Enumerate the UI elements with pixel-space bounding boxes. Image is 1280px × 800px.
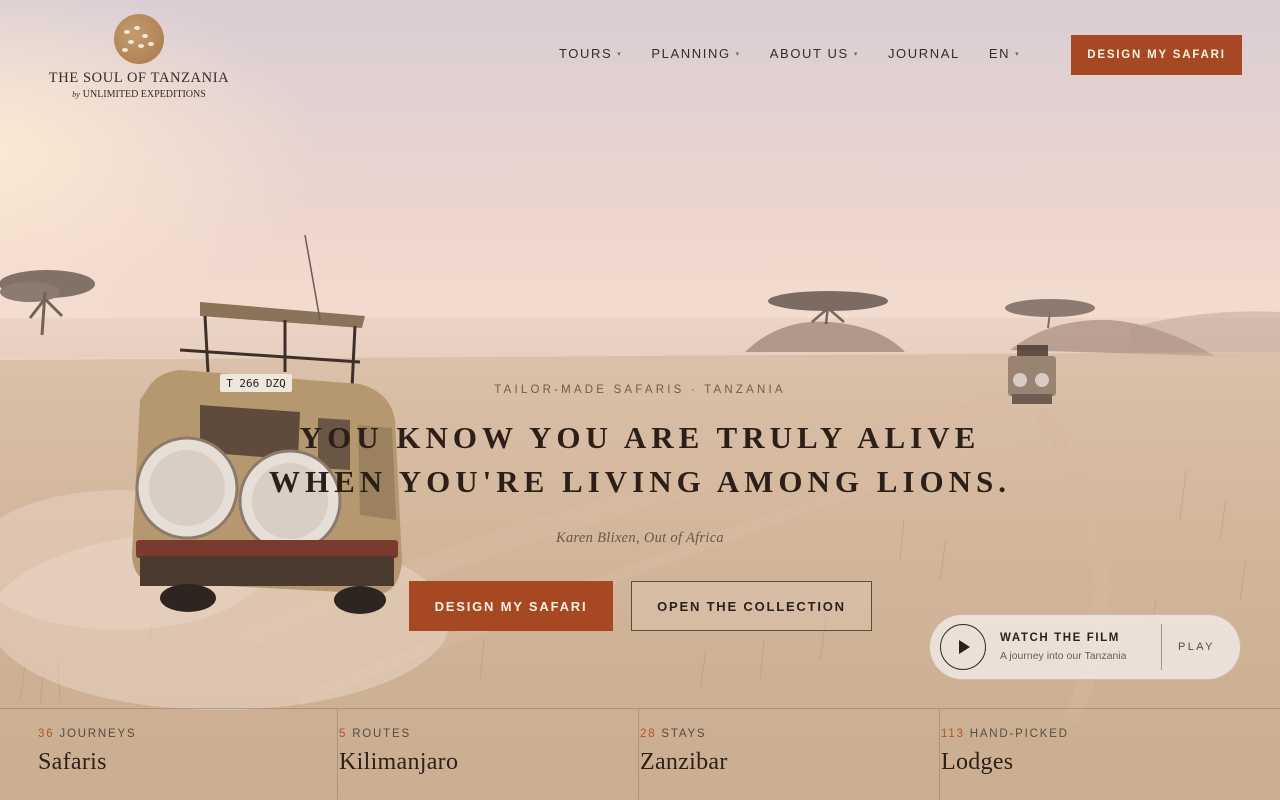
play-button[interactable]: [940, 624, 986, 670]
brand-name: THE SOUL OF TANZANIA: [48, 70, 230, 86]
nav-item-label: PLANNING: [651, 46, 731, 61]
language-selector[interactable]: EN ▾: [989, 46, 1020, 61]
category-label: Safaris: [38, 749, 107, 775]
headline-line-1: YOU KNOW YOU ARE TRULY ALIVE: [299, 420, 981, 455]
category-zanzibar[interactable]: 28 STAYS Zanzibar: [639, 709, 940, 800]
nav-item-journal[interactable]: JOURNAL: [888, 46, 960, 61]
open-collection-button[interactable]: OPEN THE COLLECTION: [631, 581, 872, 631]
hero-quote-attribution: Karen Blixen, Out of Africa: [556, 530, 724, 546]
headline-line-2: WHEN YOU'RE LIVING AMONG LIONS.: [268, 464, 1012, 499]
category-meta: 28 STAYS: [640, 728, 939, 740]
category-count: 36: [38, 728, 55, 740]
category-unit: ROUTES: [352, 728, 411, 740]
category-unit: STAYS: [661, 728, 707, 740]
nav-item-label: TOURS: [559, 46, 613, 61]
brand-logo[interactable]: THE SOUL OF TANZANIA by UNLIMITED EXPEDIT…: [46, 14, 232, 100]
film-info: WATCH THE FILM A journey into our Tanzan…: [1000, 632, 1156, 662]
category-label: Zanzibar: [640, 749, 728, 775]
brand-byline: by UNLIMITED EXPEDITIONS: [46, 89, 232, 100]
watch-film-player[interactable]: WATCH THE FILM A journey into our Tanzan…: [929, 614, 1241, 680]
nav-item-about-us[interactable]: ABOUT US ▾: [770, 46, 859, 61]
chevron-down-icon: ▾: [1015, 50, 1021, 58]
chevron-down-icon: ▾: [853, 50, 859, 58]
category-label: Lodges: [941, 749, 1014, 775]
category-meta: 36 JOURNEYS: [38, 728, 337, 740]
hero-eyebrow: TAILOR-MADE SAFARIS · TANZANIA: [494, 384, 786, 396]
category-label: Kilimanjaro: [339, 749, 459, 775]
category-meta: 113 HAND-PICKED: [941, 728, 1280, 740]
category-safaris[interactable]: 36 JOURNEYS Safaris: [0, 709, 338, 800]
header-design-safari-button[interactable]: DESIGN MY SAFARI: [1071, 35, 1242, 75]
category-count: 113: [941, 728, 965, 740]
savanna-scene: T 266 DZQ: [0, 234, 1280, 800]
play-icon: [959, 640, 970, 654]
category-strip: 36 JOURNEYS Safaris 5 ROUTES Kilimanjaro…: [0, 708, 1280, 800]
chevron-down-icon: ▾: [617, 50, 623, 58]
category-lodges[interactable]: 113 HAND-PICKED Lodges: [940, 709, 1280, 800]
film-divider: [1161, 624, 1162, 670]
nav-item-tours[interactable]: TOURS ▾: [559, 46, 622, 61]
category-meta: 5 ROUTES: [339, 728, 638, 740]
leopard-head-icon: [114, 14, 164, 64]
category-count: 28: [640, 728, 657, 740]
category-count: 5: [339, 728, 348, 740]
main-nav: TOURS ▾ PLANNING ▾ ABOUT US ▾ JOURNAL EN…: [559, 46, 1020, 61]
film-play-label[interactable]: PLAY: [1178, 641, 1215, 653]
nav-item-planning[interactable]: PLANNING ▾: [651, 46, 740, 61]
hero-headline: YOU KNOW YOU ARE TRULY ALIVE WHEN YOU'RE…: [0, 416, 1280, 504]
nav-item-label: JOURNAL: [887, 46, 960, 61]
nav-item-label: ABOUT US: [769, 46, 849, 61]
category-unit: HAND-PICKED: [969, 728, 1069, 740]
film-title: WATCH THE FILM: [1000, 632, 1120, 644]
hero-design-safari-button[interactable]: DESIGN MY SAFARI: [409, 581, 613, 631]
category-unit: JOURNEYS: [59, 728, 137, 740]
byline-prefix: by: [72, 90, 80, 99]
chevron-down-icon: ▾: [735, 50, 741, 58]
language-label: EN: [988, 46, 1011, 61]
byline-company: UNLIMITED EXPEDITIONS: [82, 89, 206, 100]
hero-background: T 266 DZQ: [0, 0, 1280, 800]
film-subtitle: A journey into our Tanzania: [1000, 650, 1127, 662]
category-kilimanjaro[interactable]: 5 ROUTES Kilimanjaro: [338, 709, 639, 800]
